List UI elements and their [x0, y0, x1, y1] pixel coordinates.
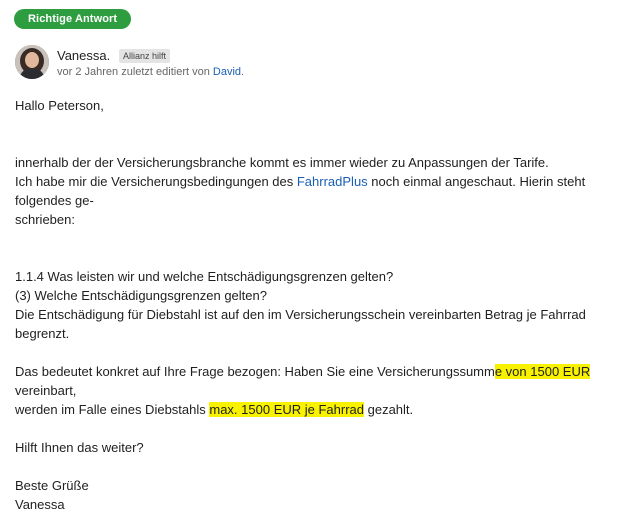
edit-info-suffix: . [241, 66, 245, 78]
conclusion-line: Das bedeutet konkret auf Ihre Frage bezo… [15, 362, 627, 400]
signature: Vanessa [15, 497, 65, 512]
quote-line: 1.1.4 Was leisten wir und welche Entschä… [15, 269, 394, 284]
text-segment: werden im Falle eines Diebstahls [15, 402, 210, 417]
text-segment: gezahlt. [364, 402, 414, 417]
edit-info-prefix: vor 2 Jahren zuletzt editiert von [57, 66, 210, 78]
closing: Beste Grüße [15, 478, 89, 493]
text-segment: Das bedeutet konkret auf Ihre Frage bezo… [15, 364, 495, 379]
role-badge: Allianz hilft [119, 49, 171, 63]
accepted-answer-badge: Richtige Antwort [14, 9, 132, 29]
quote-line: Die Entschädigung für Diebstahl ist auf … [15, 307, 586, 341]
author-name[interactable]: Vanessa. [57, 48, 110, 63]
product-link[interactable]: FahrradPlus [297, 174, 368, 189]
avatar-image [15, 45, 49, 79]
paragraph-line: schrieben: [15, 212, 75, 227]
text-segment: Ich habe mir die Versicherungsbedingunge… [15, 174, 297, 189]
paragraph-line: Ich habe mir die Versicherungsbedingunge… [15, 172, 627, 210]
highlighted-text: max. 1500 EUR je Fahrrad [209, 402, 364, 417]
text-segment: vereinbart, [15, 383, 77, 398]
avatar[interactable] [15, 45, 49, 79]
editor-link[interactable]: David [213, 66, 241, 78]
greeting: Hallo Peterson, [15, 98, 104, 113]
highlighted-text: e von 1500 EUR [494, 364, 591, 379]
post-body: Hallo Peterson, innerhalb der der Versic… [15, 96, 627, 514]
conclusion-line: werden im Falle eines Diebstahls max. 15… [15, 400, 627, 419]
question-line: Hilft Ihnen das weiter? [15, 440, 144, 455]
quote-line: (3) Welche Entschädigungsgrenzen gelten? [15, 288, 267, 303]
paragraph-line: innerhalb der der Versicherungsbranche k… [15, 155, 549, 170]
edit-info: vor 2 Jahren zuletzt editiert von David. [57, 66, 244, 78]
